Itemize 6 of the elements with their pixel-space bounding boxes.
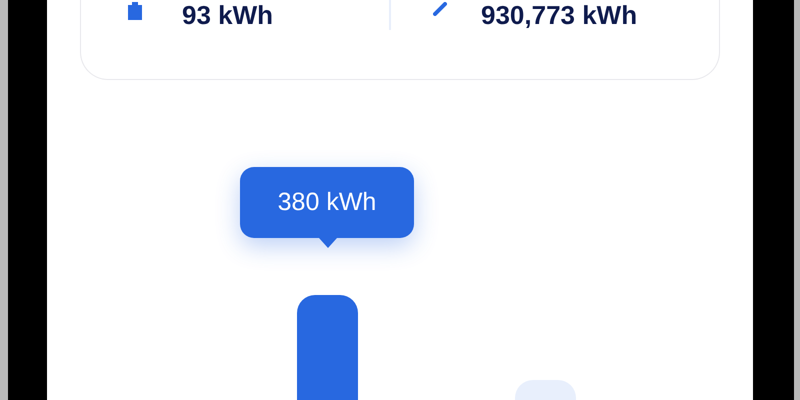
chart-bar[interactable] — [297, 295, 358, 400]
battery-icon — [128, 2, 142, 20]
stat-value: 930,773 kWh — [481, 0, 638, 30]
value-tooltip: 380 kWh — [240, 167, 414, 238]
stat-value: 93 kWh — [182, 0, 274, 30]
tooltip-pointer — [319, 238, 337, 248]
